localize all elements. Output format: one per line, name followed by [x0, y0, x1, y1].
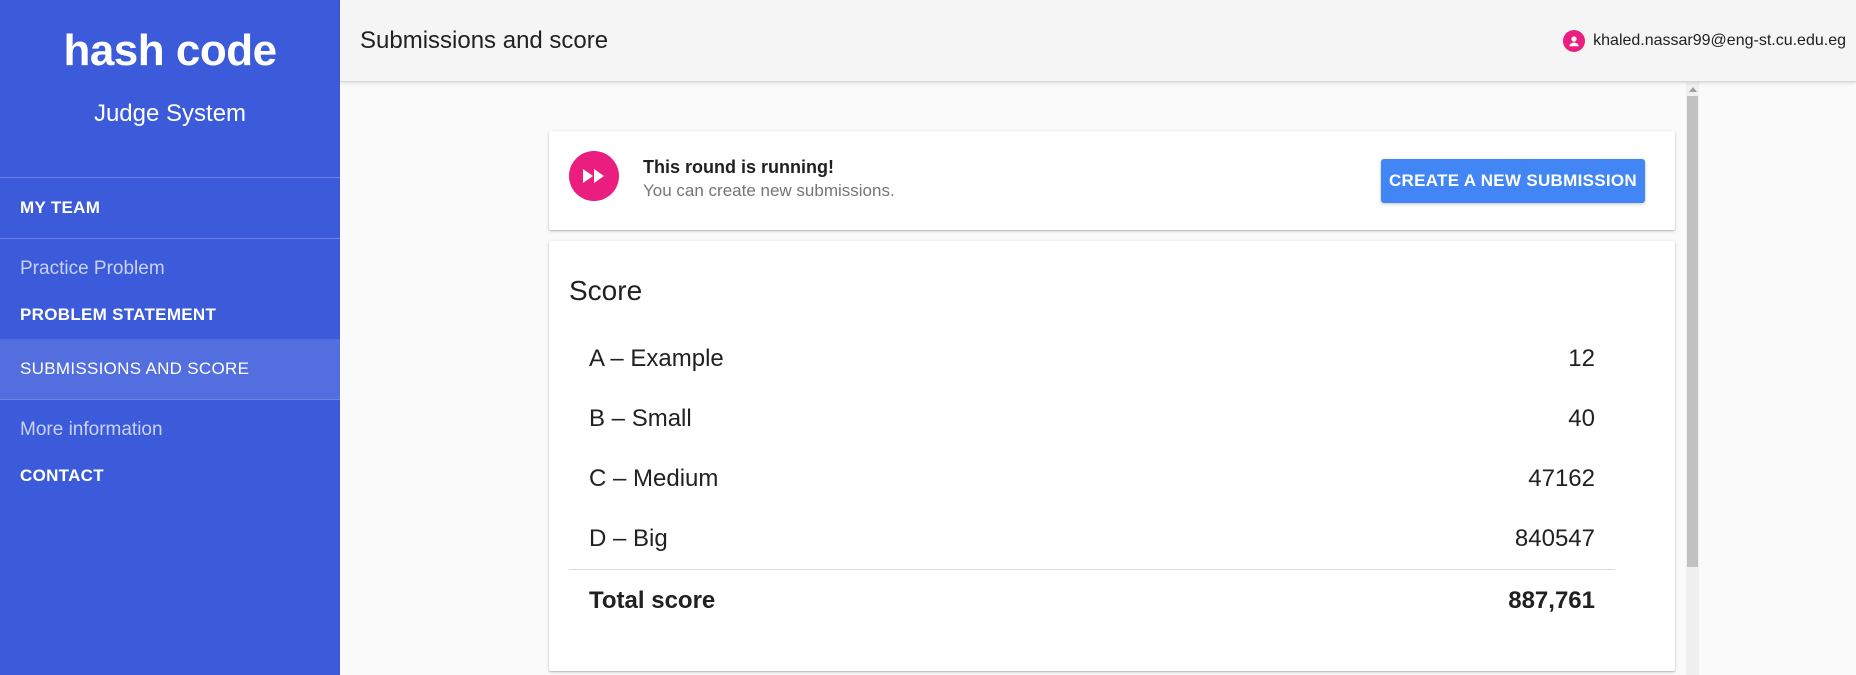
nav-section-team: MY TEAM	[0, 178, 340, 239]
sidebar-item-contact[interactable]: CONTACT	[0, 452, 340, 500]
create-new-submission-button[interactable]: CREATE A NEW SUBMISSION	[1380, 159, 1645, 203]
account-circle-icon	[1563, 29, 1586, 52]
fast-forward-icon	[569, 151, 619, 201]
sidebar-item-problem-statement[interactable]: PROBLEM STATEMENT	[0, 291, 340, 339]
dataset-name: A – Example	[589, 345, 724, 372]
total-score-label: Total score	[589, 586, 716, 614]
score-row-a: A – Example 12	[569, 329, 1615, 389]
scroll-up-arrow-icon[interactable]	[1689, 87, 1697, 92]
round-status-card: This round is running! You can create ne…	[549, 131, 1675, 230]
round-status-description: You can create new submissions.	[643, 181, 895, 200]
practice-problem-heading: Practice Problem	[20, 258, 165, 279]
scrollbar-thumb[interactable]	[1687, 96, 1698, 567]
dataset-score: 40	[1568, 405, 1595, 432]
top-bar: Submissions and score khaled.nassar99@en…	[340, 0, 1856, 82]
more-information-heading: More information	[20, 419, 163, 440]
page-title: Submissions and score	[360, 26, 609, 54]
score-table: A – Example 12 B – Small 40 C – Medium 4…	[569, 329, 1615, 631]
dataset-name: C – Medium	[589, 465, 719, 492]
dataset-score: 12	[1568, 345, 1595, 372]
hash-code-logo[interactable]: hash code	[0, 0, 340, 76]
score-title: Score	[569, 275, 643, 306]
total-score-value: 887,761	[1508, 586, 1595, 614]
total-score-row: Total score 887,761	[569, 569, 1615, 631]
dataset-name: D – Big	[589, 525, 668, 552]
sidebar: hash code Judge System MY TEAM Practice …	[0, 0, 340, 675]
sidebar-item-my-team[interactable]: MY TEAM	[0, 178, 340, 238]
sidebar-item-submissions-and-score[interactable]: SUBMISSIONS AND SCORE	[0, 339, 340, 399]
app: hash code Judge System MY TEAM Practice …	[0, 0, 1856, 675]
user-menu[interactable]: khaled.nassar99@eng-st.cu.edu.eg	[1563, 29, 1846, 52]
nav-section-practice: Practice Problem PROBLEM STATEMENT SUBMI…	[0, 239, 340, 400]
score-card: Score A – Example 12 B – Small 40 C – Me…	[549, 241, 1675, 671]
vertical-scrollbar[interactable]	[1686, 82, 1699, 675]
dataset-name: B – Small	[589, 405, 692, 432]
dataset-score: 47162	[1528, 465, 1595, 492]
nav-section-more: More information CONTACT	[0, 400, 340, 500]
score-row-c: C – Medium 47162	[569, 449, 1615, 509]
judge-system-subtitle: Judge System	[93, 100, 247, 127]
dataset-score: 840547	[1514, 525, 1595, 552]
user-email: khaled.nassar99@eng-st.cu.edu.eg	[1593, 31, 1846, 49]
round-status-title: This round is running!	[643, 157, 834, 177]
brand: hash code Judge System	[0, 0, 340, 178]
main-content: This round is running! You can create ne…	[340, 82, 1686, 675]
score-row-d: D – Big 840547	[569, 509, 1615, 569]
score-row-b: B – Small 40	[569, 389, 1615, 449]
